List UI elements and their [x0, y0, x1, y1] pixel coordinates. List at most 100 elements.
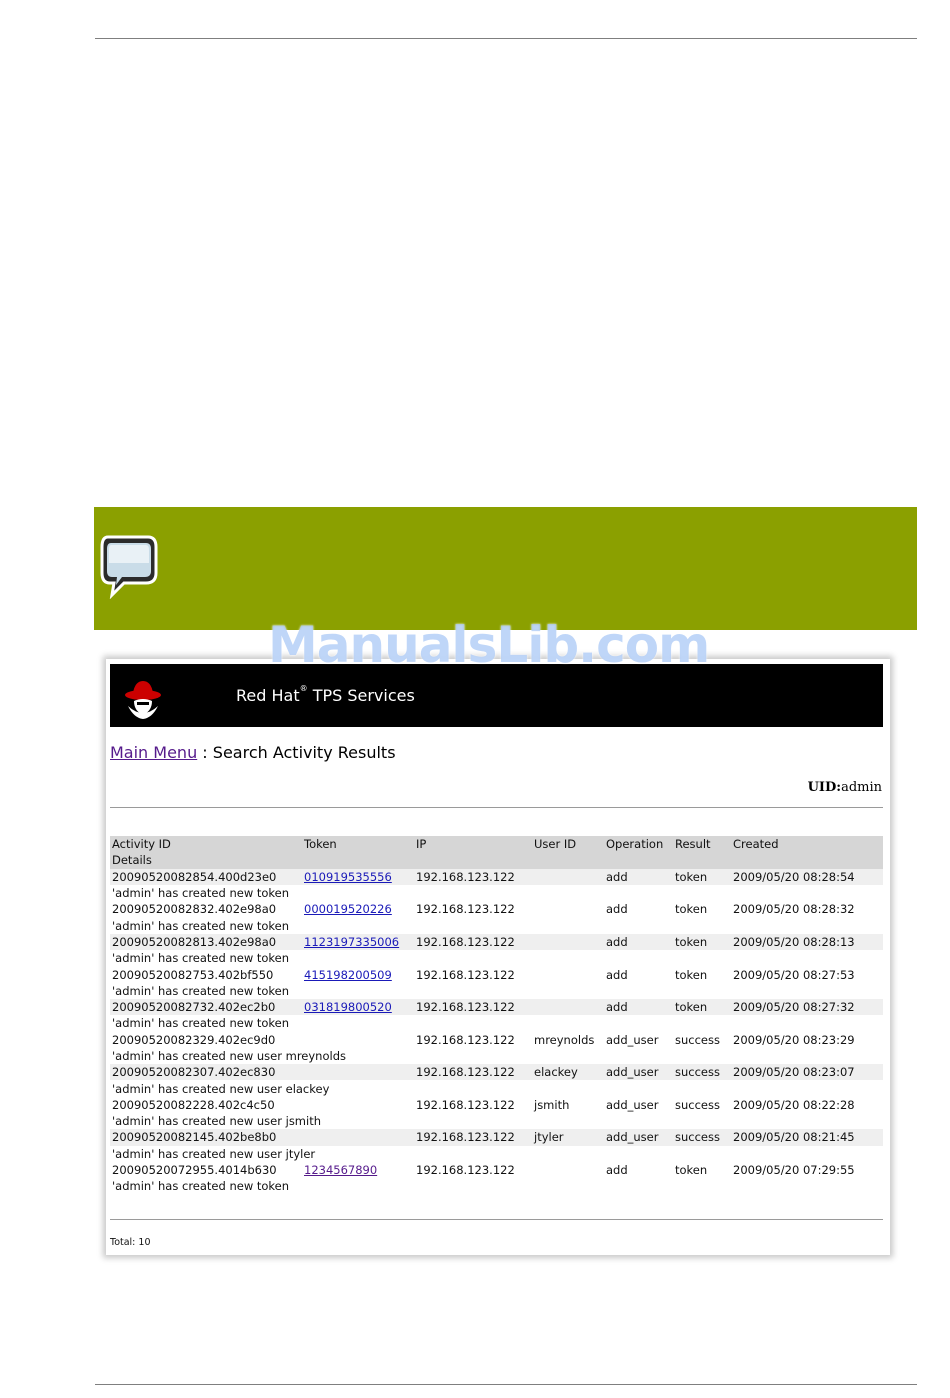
column-header: Result — [673, 836, 731, 853]
cell-token: 000019520226 — [302, 901, 414, 917]
app-title: Red Hat® TPS Services — [236, 684, 415, 705]
cell-details: 'admin' has created new token — [112, 983, 290, 998]
token-link[interactable]: 1234567890 — [304, 1163, 377, 1177]
cell-activity-id: 20090520082228.402c4c50 — [112, 1097, 275, 1112]
cell-user-id — [532, 966, 604, 982]
cell-token: 1234567890 — [302, 1162, 414, 1178]
cell-created: 2009/05/20 08:23:07 — [731, 1064, 883, 1081]
table-row: 20090520082753.402bf550 415198200509 192.1… — [110, 966, 883, 982]
top-rule — [95, 38, 917, 39]
cell-user-id: jtyler — [532, 1129, 604, 1146]
cell-details: 'admin' has created new token — [112, 1179, 290, 1194]
cell-activity-id: 20090520082753.402bf550 — [112, 967, 274, 982]
table-row: 20090520082228.402c4c50 192.168.123.122 js… — [110, 1097, 883, 1113]
column-header: Created — [731, 836, 883, 853]
token-link[interactable]: 031819800520 — [304, 1000, 392, 1014]
bottom-rule — [95, 1384, 917, 1385]
cell-details: 'admin' has created new user jsmith — [112, 1114, 321, 1129]
table-row: 20090520082307.402ec830 192.168.123.122 el… — [110, 1064, 883, 1081]
details-header-row: Details — [110, 852, 883, 869]
cell-ip: 192.168.123.122 — [414, 998, 532, 1016]
token-link[interactable]: 415198200509 — [304, 968, 392, 982]
cell-operation: add — [606, 902, 628, 917]
cell-created: 2009/05/20 08:27:32 — [731, 998, 883, 1016]
cell-operation: add — [604, 868, 673, 885]
table-row: 20090520072955.4014b630 1234567890 192.168… — [110, 1162, 883, 1178]
cell-token — [302, 1129, 414, 1146]
registered-mark: ® — [299, 684, 308, 693]
cell-operation: add_user — [604, 1129, 673, 1146]
details-row: 'admin' has created new user jsmith — [110, 1113, 883, 1129]
cell-token: 010919535556 — [302, 868, 414, 885]
details-row: 'admin' has created new token — [110, 885, 883, 901]
cell-operation: add_user — [604, 1064, 673, 1081]
cell-result: token — [675, 902, 708, 917]
table-row: 20090520082329.402ec9d0 192.168.123.122 mr… — [110, 1032, 883, 1048]
note-box — [94, 507, 917, 630]
cell-user-id — [532, 933, 604, 951]
divider-top — [110, 807, 883, 808]
watermark: ManualsLib.com — [268, 616, 710, 674]
column-header: IP — [414, 836, 532, 853]
cell-operation: add — [604, 933, 673, 951]
cell-details: 'admin' has created new token — [112, 886, 290, 901]
cell-details: 'admin' has created new user jtyler — [112, 1146, 316, 1161]
cell-operation: add — [606, 1163, 628, 1178]
cell-operation: add — [604, 998, 673, 1016]
cell-token: 031819800520 — [302, 998, 414, 1016]
cell-activity-id: 20090520082145.402be8b0 — [110, 1129, 302, 1146]
cell-result: token — [675, 1163, 708, 1178]
cell-activity-id: 20090520082813.402e98a0 — [110, 933, 302, 951]
cell-token: 1123197335006 — [302, 933, 414, 951]
cell-created: 2009/05/20 08:23:29 — [733, 1032, 855, 1047]
token-link[interactable]: 000019520226 — [304, 902, 392, 916]
cell-user-id: jsmith — [534, 1097, 570, 1112]
cell-created: 2009/05/20 08:21:45 — [731, 1129, 883, 1146]
cell-created: 2009/05/20 08:28:13 — [731, 933, 883, 951]
cell-ip: 192.168.123.122 — [414, 1064, 532, 1081]
details-row: 'admin' has created new token — [110, 917, 883, 933]
cell-token — [302, 1064, 414, 1081]
cell-operation: add_user — [606, 1097, 659, 1112]
uid-display: UID:admin — [808, 780, 882, 795]
token-link[interactable]: 1123197335006 — [304, 935, 399, 949]
table-row: 20090520082854.400d23e0 010919535556 192.1… — [110, 868, 883, 885]
column-header: Activity ID — [110, 836, 302, 853]
cell-result: token — [675, 967, 708, 982]
cell-details: 'admin' has created new user mreynolds — [112, 1049, 346, 1063]
main-menu-link[interactable]: Main Menu — [110, 743, 197, 762]
cell-created: 2009/05/20 08:28:54 — [731, 868, 883, 885]
cell-user-id — [532, 1162, 604, 1178]
column-header: Token — [302, 836, 414, 853]
table-row: 20090520082145.402be8b0 192.168.123.122 jt… — [110, 1129, 883, 1146]
cell-ip: 192.168.123.122 — [416, 1097, 515, 1112]
cell-result: success — [675, 1097, 720, 1112]
cell-details: 'admin' has created new token — [112, 1016, 290, 1031]
cell-result: token — [673, 933, 731, 951]
cell-token: 415198200509 — [302, 966, 414, 982]
cell-user-id — [532, 998, 604, 1016]
cell-operation: add_user — [606, 1032, 659, 1047]
token-link[interactable]: 010919535556 — [304, 870, 392, 884]
cell-ip: 192.168.123.122 — [416, 1163, 515, 1178]
cell-user-id — [532, 901, 604, 917]
details-row: 'admin' has created new user mreynolds — [110, 1048, 883, 1064]
app-title-brand: Red Hat — [236, 686, 300, 705]
cell-user-id: elackey — [532, 1064, 604, 1081]
cell-ip: 192.168.123.122 — [414, 868, 532, 885]
cell-details: 'admin' has created new user elackey — [112, 1081, 330, 1096]
tps-screenshot: Red Hat® TPS Services Main Menu : Search… — [106, 659, 890, 1255]
cell-result: token — [673, 868, 731, 885]
table-row: 20090520082813.402e98a0 1123197335006 192.… — [110, 933, 883, 951]
cell-result: success — [673, 1129, 731, 1146]
table-row: 20090520082732.402ec2b0 031819800520 192.1… — [110, 998, 883, 1016]
details-row: 'admin' has created new token — [110, 1178, 883, 1194]
breadcrumb-separator: : — [197, 743, 213, 762]
cell-details: 'admin' has created new token — [112, 951, 290, 966]
cell-activity-id: 20090520082832.402e98a0 — [112, 902, 277, 917]
cell-details: 'admin' has created new token — [112, 918, 290, 933]
cell-ip: 192.168.123.122 — [416, 902, 515, 917]
cell-ip: 192.168.123.122 — [414, 933, 532, 951]
cell-activity-id: 20090520072955.4014b630 — [112, 1163, 277, 1178]
cell-ip: 192.168.123.122 — [416, 1032, 515, 1047]
